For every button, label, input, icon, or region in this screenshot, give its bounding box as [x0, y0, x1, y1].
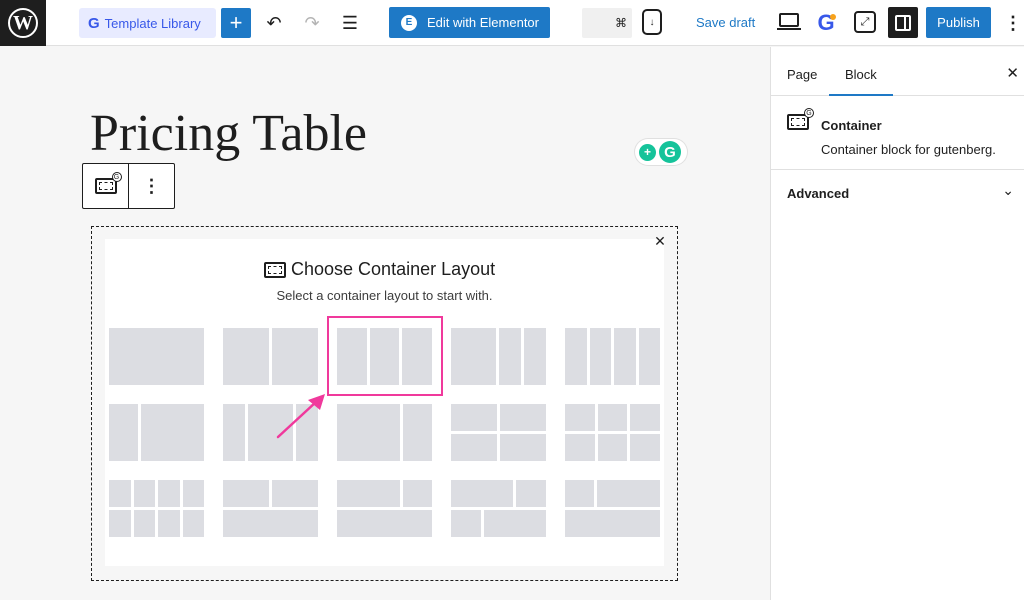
elementor-icon: E [401, 14, 417, 31]
edit-with-elementor-button[interactable]: E Edit with Elementor [389, 7, 550, 38]
wordpress-logo-button[interactable]: W [0, 0, 46, 46]
layout-two-columns-above-full-row[interactable] [223, 480, 318, 537]
grammarly-bulb-icon: + [639, 143, 656, 161]
advanced-panel-toggle[interactable]: Advanced ⌄ [771, 170, 1024, 218]
picker-subtitle: Select a container layout to start with. [276, 288, 493, 303]
sidebar-icon [895, 14, 911, 31]
settings-sidebar-toggle[interactable] [888, 7, 918, 38]
block-inserter-button[interactable]: + [221, 8, 251, 38]
tab-page[interactable]: Page [787, 67, 817, 82]
layout-two-thirds-third-above-third-two-thirds[interactable] [451, 480, 546, 537]
plugin-g-icon[interactable]: G [814, 9, 838, 37]
options-menu-button[interactable]: ⋮ [1004, 8, 1022, 38]
compass-icon: ⤢ [860, 15, 870, 28]
wordpress-icon: W [8, 8, 38, 38]
container-block-icon: G [787, 108, 814, 130]
command-palette-button[interactable]: ⌘ [582, 8, 632, 38]
layout-two-equal-columns[interactable] [223, 328, 318, 385]
save-draft-button[interactable]: Save draft [696, 15, 755, 30]
view-preview-laptop-icon[interactable] [777, 13, 801, 30]
chevron-down-icon: ⌄ [1002, 182, 1014, 198]
sidebar-tabs: Page Block ✕ [771, 47, 1024, 96]
block-card: G Container Container block for gutenber… [771, 96, 1024, 170]
undo-button[interactable]: ↶ [259, 8, 289, 38]
device-preview-button[interactable]: ↓ [642, 9, 662, 35]
pointer-arrow-icon [276, 394, 325, 439]
picker-close-icon[interactable]: ✕ [652, 233, 668, 251]
publish-button[interactable]: Publish [926, 7, 991, 38]
layout-full-row-above-two-columns[interactable] [337, 480, 432, 537]
page-title[interactable]: Pricing Table [90, 104, 367, 163]
close-sidebar-icon[interactable]: ✕ [1006, 64, 1019, 82]
layout-two-thirds-one-third[interactable] [337, 404, 432, 461]
tab-block[interactable]: Block [829, 67, 893, 96]
template-library-label: Template Library [104, 15, 201, 31]
layout-one-third-two-thirds[interactable] [109, 404, 204, 461]
container-block-icon: G [94, 172, 122, 194]
block-description: Container block for gutenberg. [821, 142, 996, 157]
layout-two-rows-two-columns[interactable] [451, 404, 546, 461]
block-name: Container [821, 118, 882, 133]
block-toolbar: G ⋮ [82, 163, 175, 209]
template-library-button[interactable]: G Template Library [79, 8, 216, 38]
picker-heading: Choose Container Layout [264, 259, 495, 280]
layout-two-rows-four-columns[interactable] [109, 480, 204, 537]
block-options-button[interactable]: ⋮ [129, 164, 174, 208]
layout-two-rows-three-columns[interactable] [565, 404, 660, 461]
layout-four-equal-columns[interactable] [565, 328, 660, 385]
highlighted-layout-outline [327, 316, 443, 396]
block-badge-icon: G [111, 172, 122, 182]
editor-top-bar: W G Template Library + ↶ ↷ ☰ E Edit with… [0, 0, 1024, 46]
advanced-label: Advanced [787, 186, 850, 201]
grammarly-widget[interactable]: + G [635, 139, 687, 165]
grammarly-icon: G [659, 141, 681, 163]
redo-button[interactable]: ↷ [297, 8, 327, 38]
template-library-icon: G [88, 14, 100, 32]
layout-third-two-thirds-above-full-row[interactable] [565, 480, 660, 537]
block-badge-icon: G [804, 108, 814, 118]
edit-with-elementor-label: Edit with Elementor [427, 15, 539, 30]
layout-single-column[interactable] [109, 328, 204, 385]
navigation-editor-button[interactable]: ⤢ [854, 11, 876, 33]
document-outline-button[interactable]: ☰ [335, 8, 365, 38]
picker-title-text: Choose Container Layout [291, 259, 496, 279]
container-layout-icon [264, 261, 286, 278]
mobile-device-icon: ↓ [649, 16, 655, 28]
command-icon: ⌘ [615, 16, 627, 30]
settings-sidebar: Page Block ✕ G Container Container block… [770, 47, 1024, 600]
layout-one-half-two-quarters[interactable] [451, 328, 546, 385]
block-type-button[interactable]: G [83, 164, 129, 208]
